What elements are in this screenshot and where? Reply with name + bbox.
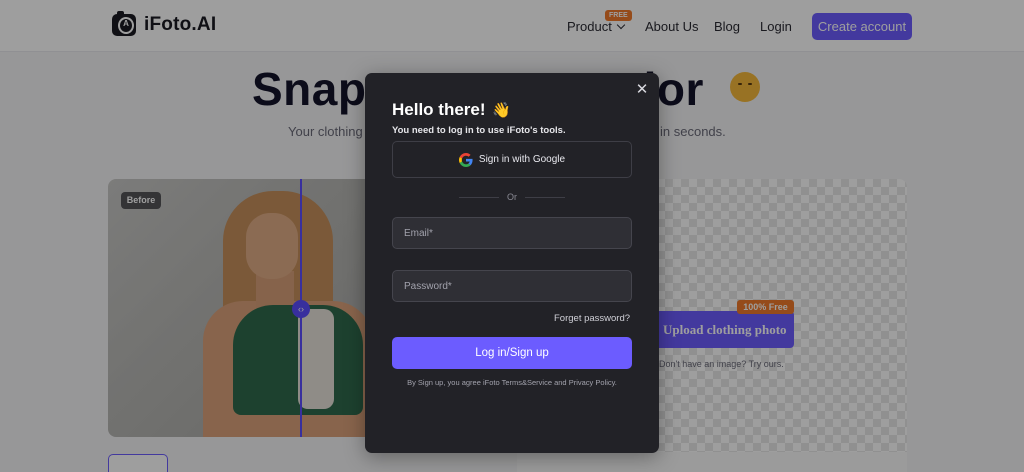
google-signin-button[interactable]: Sign in with Google [392,141,632,178]
divider-line-left [459,196,499,198]
divider-line-right [525,196,565,198]
google-signin-label: Sign in with Google [478,154,566,165]
login-modal: ✕ Hello there! 👋 You need to log in to u… [365,73,659,453]
google-icon [458,152,473,167]
terms-text: By Sign up, you agree iFoto Terms&Servic… [407,378,617,387]
email-field[interactable] [392,217,632,249]
close-icon[interactable]: ✕ [635,82,649,97]
forgot-password-link[interactable]: Forget password? [554,313,630,324]
modal-title: Hello there! [392,100,486,119]
waving-hand-icon: 👋 [492,102,511,119]
login-signup-button[interactable]: Log in/Sign up [392,337,632,369]
or-divider: Or [459,191,565,203]
or-label: Or [507,192,517,202]
password-field[interactable] [392,270,632,302]
modal-subtitle: You need to log in to use iFoto's tools. [392,125,566,136]
